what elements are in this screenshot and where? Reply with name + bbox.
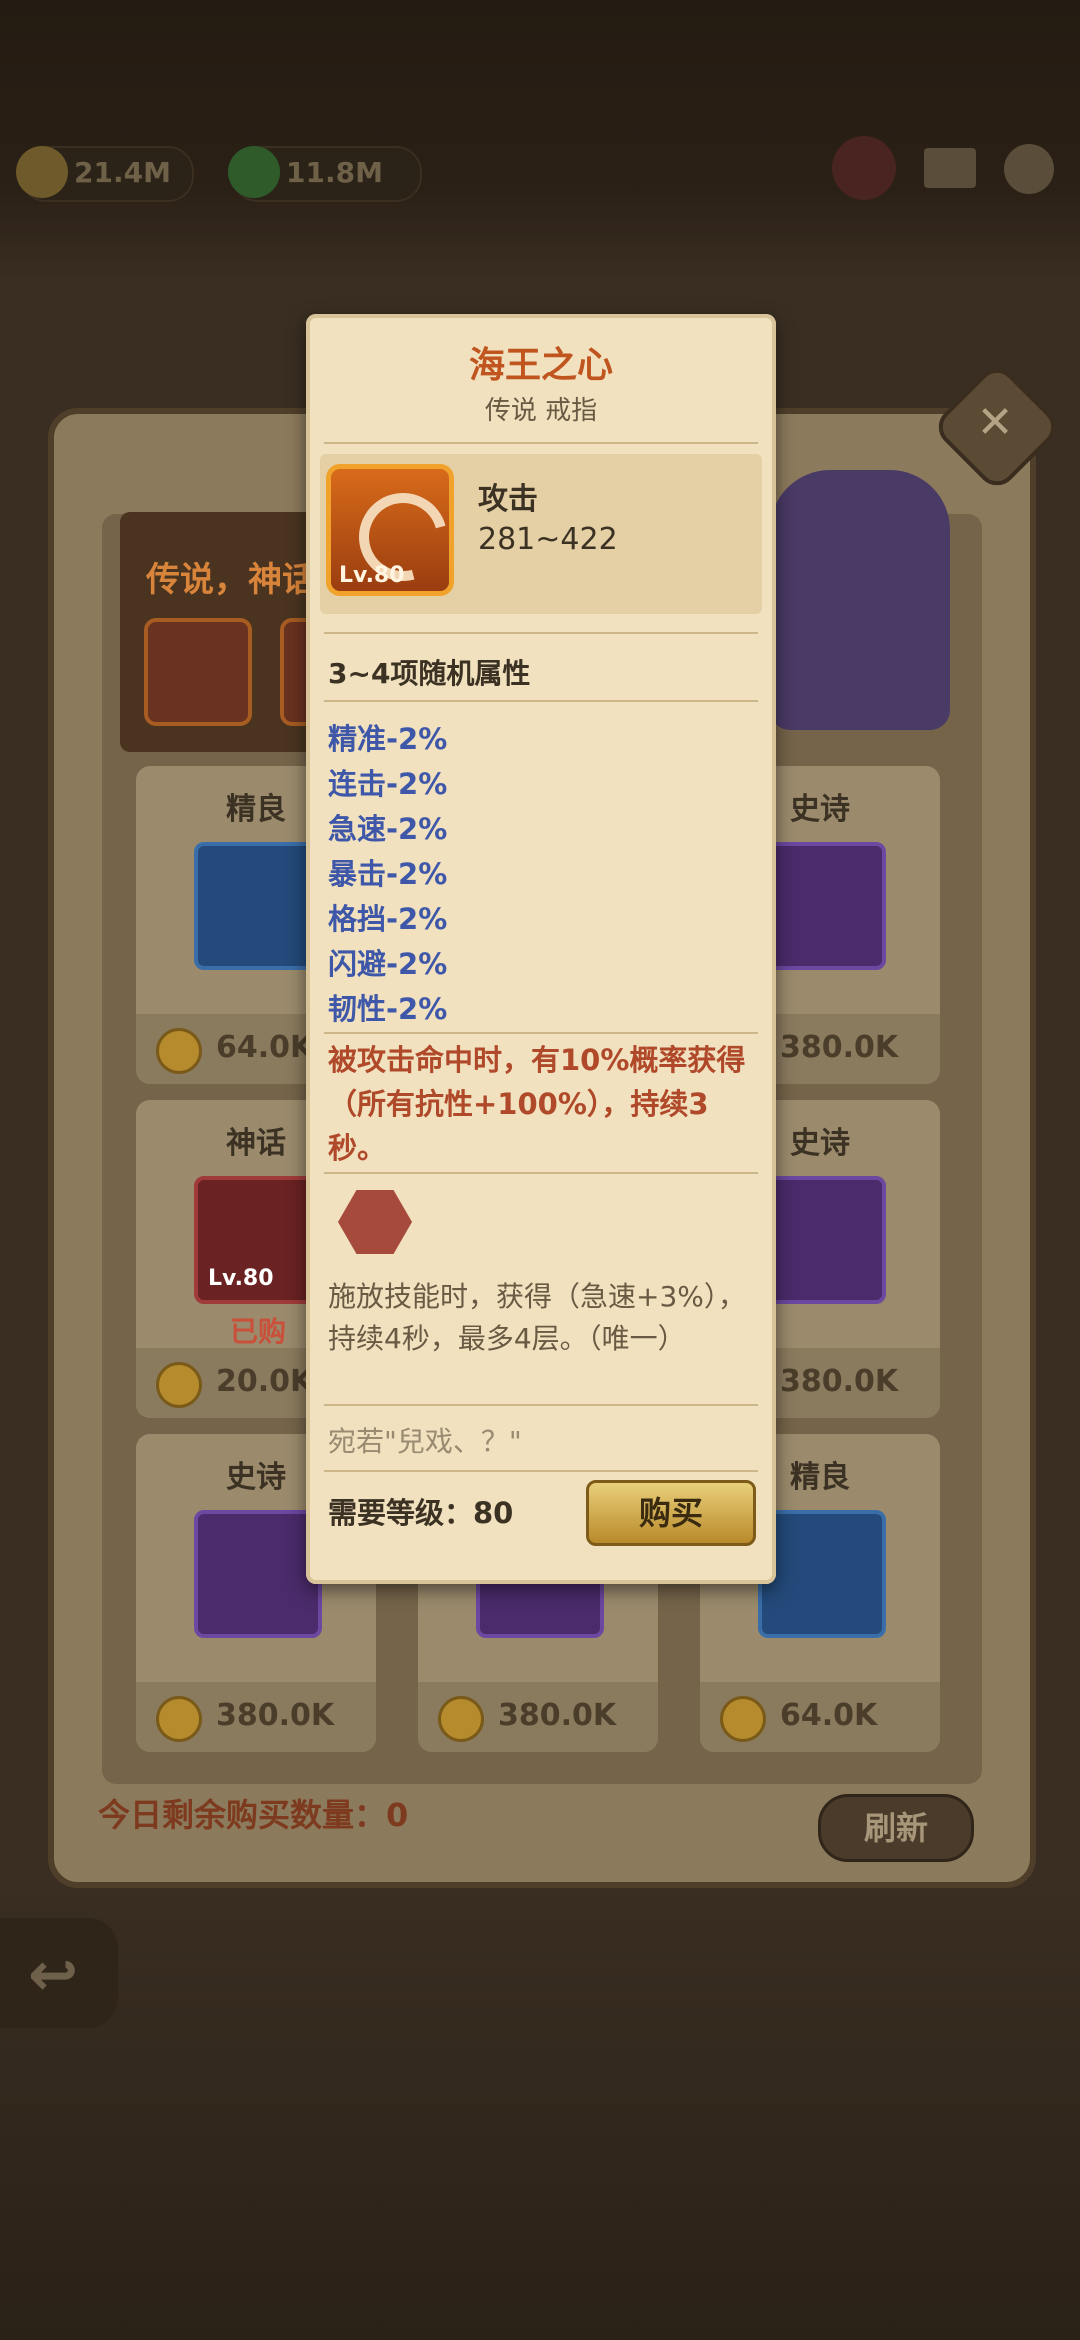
attribute: 精准-2% <box>328 722 448 756</box>
leaf-gem-icon <box>228 146 280 198</box>
card-price-bar: 64.0K <box>700 1682 940 1752</box>
gem-pendant-icon <box>758 1176 886 1304</box>
coin-icon <box>156 1028 202 1074</box>
divider <box>324 442 758 444</box>
required-level: 需要等级：80 <box>328 1496 514 1530</box>
back-arrow-icon[interactable]: ↩ <box>28 1940 78 2010</box>
gold-amount: 21.4M <box>74 156 171 189</box>
gold-coin-icon <box>16 146 68 198</box>
skill-hex-icon <box>338 1190 412 1254</box>
purchased-tag: 已购 <box>230 1315 287 1348</box>
card-price-bar: 380.0K <box>136 1682 376 1752</box>
alert-avatar-icon[interactable] <box>832 136 896 200</box>
coin-icon <box>720 1696 766 1742</box>
gem-amount: 11.8M <box>286 156 383 189</box>
card-price-bar: 380.0K <box>418 1682 658 1752</box>
item-level: Lv.80 <box>208 1266 274 1291</box>
item-name: 海王之心 <box>468 345 613 386</box>
attribute: 闪避-2% <box>328 947 448 981</box>
divider <box>324 1404 758 1406</box>
coin-icon <box>438 1696 484 1742</box>
daily-remaining: 今日剩余购买数量：0 <box>98 1796 409 1834</box>
gold-counter: 21.4M <box>16 146 194 202</box>
gem-counter: 11.8M <box>228 146 422 202</box>
wizard-character <box>770 470 950 730</box>
ring-icon: Lv.80 <box>326 464 464 598</box>
divider <box>324 1172 758 1174</box>
amulet-icon <box>758 842 886 970</box>
attribute: 急速-2% <box>328 812 448 846</box>
coin-icon <box>156 1696 202 1742</box>
divider <box>324 1032 758 1034</box>
item-effect: 被攻击命中时，有10%概率获得（所有抗性+100%），持续3秒。 <box>328 1043 746 1165</box>
attribute: 连击-2% <box>328 767 448 801</box>
stat-value: 281~422 <box>478 522 618 557</box>
shield-icon <box>758 1510 886 1638</box>
card-price: 380.0K <box>780 1030 899 1065</box>
card-price: 20.0K <box>216 1364 314 1399</box>
featured-scepter-icon[interactable] <box>144 618 252 726</box>
card-price: 64.0K <box>216 1030 314 1065</box>
attribute: 暴击-2% <box>328 857 448 891</box>
close-icon[interactable]: ✕ <box>970 398 1020 448</box>
refresh-button[interactable]: 刷新 <box>818 1794 974 1862</box>
item-type: 传说 戒指 <box>484 396 598 426</box>
helmet-icon <box>194 842 322 970</box>
item-quote: 宛若"兒戏、？" <box>328 1425 522 1458</box>
banner-text: 传说，神话 <box>146 560 316 600</box>
stat-label: 攻击 <box>478 482 538 517</box>
card-price: 380.0K <box>780 1364 899 1399</box>
divider <box>324 1470 758 1472</box>
item-level: Lv.80 <box>339 563 405 588</box>
card-price: 380.0K <box>498 1698 617 1733</box>
buy-button[interactable]: 购买 <box>586 1480 756 1546</box>
gauntlet-icon <box>194 1510 322 1638</box>
attribute: 韧性-2% <box>328 992 448 1026</box>
random-attr-header: 3~4项随机属性 <box>328 657 531 690</box>
mail-icon[interactable] <box>924 148 976 188</box>
attribute: 格挡-2% <box>328 902 448 936</box>
divider <box>324 700 758 702</box>
card-price: 64.0K <box>780 1698 878 1733</box>
divider <box>324 632 758 634</box>
skill-description: 施放技能时，获得（急速+3%），持续4秒，最多4层。（唯一） <box>328 1280 746 1355</box>
armor-icon: Lv.80 <box>194 1176 322 1304</box>
gear-icon[interactable] <box>1004 144 1054 194</box>
coin-icon <box>156 1362 202 1408</box>
card-price: 380.0K <box>216 1698 335 1733</box>
item-tooltip: 海王之心 传说 戒指 Lv.80 攻击 281~422 3~4项随机属性 精准-… <box>306 314 776 1584</box>
